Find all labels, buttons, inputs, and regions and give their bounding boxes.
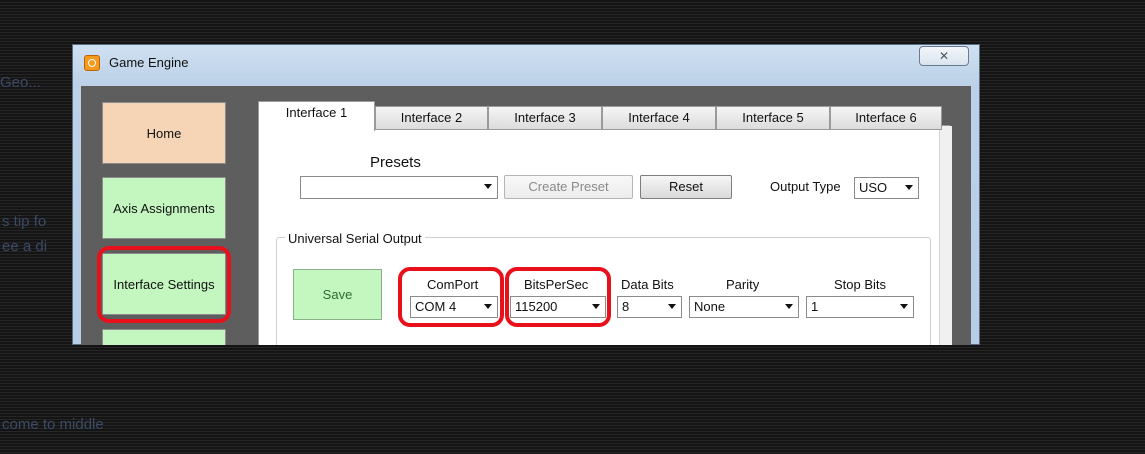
- highlight-interface-settings: [97, 246, 231, 323]
- tab-label: Interface 3: [514, 110, 576, 125]
- save-button[interactable]: Save: [293, 269, 382, 320]
- create-preset-button[interactable]: Create Preset: [504, 175, 633, 199]
- highlight-bitspersec: [505, 267, 611, 327]
- presets-heading: Presets: [370, 154, 421, 171]
- close-button[interactable]: ✕: [919, 46, 969, 66]
- nav-home-button[interactable]: Home: [102, 102, 226, 164]
- background-text-fragment: ee a di: [2, 238, 48, 255]
- data-bits-label: Data Bits: [621, 277, 674, 292]
- data-bits-value: 8: [622, 299, 630, 314]
- dropdown-arrow-icon: [484, 184, 492, 189]
- background-text-fragment: come to middle: [2, 416, 104, 433]
- nav-axis-assignments-button[interactable]: Axis Assignments: [102, 177, 226, 239]
- create-preset-label: Create Preset: [528, 179, 609, 194]
- parity-value: None: [694, 299, 726, 314]
- title-bar: Game Engine ✕: [73, 45, 979, 81]
- background-text-fragment: Geo...: [0, 74, 41, 91]
- tab-interface-6[interactable]: Interface 6: [830, 106, 942, 130]
- reset-button[interactable]: Reset: [640, 175, 732, 199]
- tab-interface-1[interactable]: Interface 1: [258, 101, 375, 131]
- stop-bits-value: 1: [811, 299, 819, 314]
- nav-extra-button[interactable]: [102, 329, 226, 345]
- close-icon: ✕: [938, 49, 950, 63]
- tab-interface-5[interactable]: Interface 5: [716, 106, 830, 130]
- dropdown-arrow-icon: [905, 185, 913, 190]
- reset-label: Reset: [669, 179, 703, 194]
- highlight-comport: [398, 267, 504, 327]
- tab-label: Interface 2: [400, 110, 463, 125]
- data-bits-dropdown[interactable]: 8: [617, 296, 682, 318]
- dropdown-arrow-icon: [668, 304, 676, 309]
- tab-interface-2[interactable]: Interface 2: [375, 106, 488, 130]
- client-area: Home Axis Assignments Interface Settings…: [81, 86, 971, 345]
- output-type-label: Output Type: [770, 179, 841, 194]
- tab-label: Interface 5: [742, 110, 804, 125]
- tab-label: Interface 4: [628, 110, 690, 125]
- panel-scrollbar[interactable]: [939, 126, 952, 345]
- parity-label: Parity: [726, 277, 760, 292]
- dropdown-arrow-icon: [900, 304, 908, 309]
- nav-home-label: Home: [146, 125, 182, 141]
- background-text-fragment: s tip fo: [2, 213, 47, 230]
- output-type-value: USO: [859, 180, 888, 195]
- tab-interface-4[interactable]: Interface 4: [602, 106, 716, 130]
- nav-axis-label: Axis Assignments: [113, 200, 215, 216]
- parity-dropdown[interactable]: None: [689, 296, 799, 318]
- save-label: Save: [322, 287, 353, 302]
- tab-label: Interface 6: [855, 110, 917, 125]
- tab-interface-3[interactable]: Interface 3: [488, 106, 602, 130]
- presets-dropdown[interactable]: [300, 176, 498, 199]
- tab-label: Interface 1: [285, 105, 348, 120]
- dropdown-arrow-icon: [785, 304, 793, 309]
- app-power-icon: [84, 55, 100, 71]
- window-title: Game Engine: [109, 55, 189, 70]
- output-type-dropdown[interactable]: USO: [854, 177, 919, 199]
- stop-bits-dropdown[interactable]: 1: [806, 296, 914, 318]
- group-title: Universal Serial Output: [285, 231, 425, 246]
- stop-bits-label: Stop Bits: [834, 277, 887, 292]
